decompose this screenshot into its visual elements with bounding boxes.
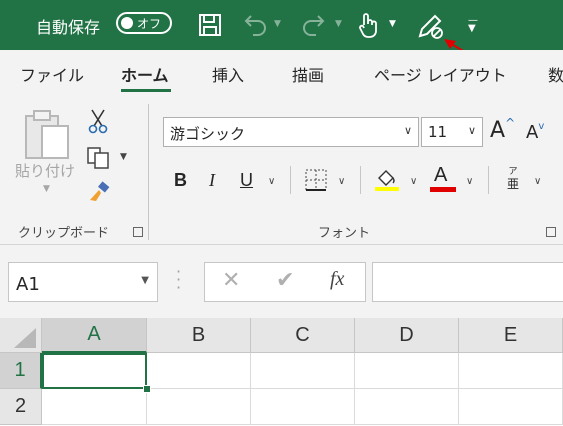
- cut-scissors-icon[interactable]: [87, 108, 109, 134]
- column-header-b[interactable]: B: [147, 318, 251, 353]
- font-size-value: 11: [428, 123, 448, 141]
- phonetic-guide-icon[interactable]: ア 亜: [505, 166, 521, 190]
- insert-function-button[interactable]: fx: [330, 268, 344, 291]
- drag-handle-icon[interactable]: · · ·: [176, 264, 181, 296]
- underline-dropdown-icon[interactable]: ∨: [268, 176, 275, 187]
- font-name-select[interactable]: 游ゴシック ∨: [163, 117, 419, 147]
- group-divider: [148, 104, 149, 240]
- font-color-swatch: [430, 187, 456, 192]
- cell-b1[interactable]: [147, 353, 251, 389]
- clipboard-launcher-icon[interactable]: [133, 227, 143, 237]
- phonetic-dropdown-icon[interactable]: ∨: [534, 176, 541, 187]
- paste-dropdown-icon[interactable]: ▼: [43, 184, 50, 194]
- copy-dropdown-icon[interactable]: ▼: [120, 152, 127, 162]
- font-size-select[interactable]: 11 ∨: [421, 117, 483, 147]
- cell-c2[interactable]: [251, 389, 355, 425]
- bold-button[interactable]: B: [174, 170, 187, 191]
- touch-mode-icon[interactable]: [356, 11, 380, 39]
- tab-home[interactable]: ホーム: [121, 62, 169, 86]
- font-launcher-icon[interactable]: [546, 227, 556, 237]
- autosave-label: 自動保存: [36, 18, 101, 37]
- paste-icon[interactable]: [24, 108, 72, 162]
- cell-d1[interactable]: [355, 353, 459, 389]
- save-icon[interactable]: [198, 13, 222, 37]
- grow-font-icon[interactable]: A^: [490, 116, 515, 143]
- underline-button[interactable]: U: [240, 170, 253, 191]
- cell-b2[interactable]: [147, 389, 251, 425]
- redo-icon[interactable]: [300, 12, 326, 38]
- active-tab-indicator: [121, 89, 171, 92]
- fill-color-icon[interactable]: [374, 166, 400, 192]
- select-all-corner[interactable]: [0, 318, 42, 353]
- copy-icon[interactable]: [86, 146, 112, 170]
- cell-d2[interactable]: [355, 389, 459, 425]
- fill-handle[interactable]: [143, 385, 151, 393]
- undo-icon[interactable]: [243, 12, 269, 38]
- cell-c1[interactable]: [251, 353, 355, 389]
- cell-a2[interactable]: [42, 389, 147, 425]
- active-cell-outline: [42, 353, 147, 389]
- undo-dropdown-icon[interactable]: ▼: [274, 19, 281, 29]
- tab-formulas[interactable]: 数: [548, 62, 563, 86]
- paste-label[interactable]: 貼り付け: [15, 160, 75, 181]
- redo-dropdown-icon[interactable]: ▼: [335, 19, 342, 29]
- enter-check-icon[interactable]: ✔: [276, 268, 294, 293]
- column-header-e[interactable]: E: [459, 318, 563, 353]
- borders-dropdown-icon[interactable]: ∨: [338, 176, 345, 187]
- font-color-button[interactable]: A: [434, 164, 447, 187]
- fill-color-dropdown-icon[interactable]: ∨: [410, 176, 417, 187]
- chevron-down-icon: ∨: [403, 124, 412, 137]
- ribbon-bottom-border: [0, 244, 563, 245]
- toggle-knob: [121, 17, 133, 29]
- column-header-c[interactable]: C: [251, 318, 355, 353]
- formula-input[interactable]: [372, 262, 563, 302]
- cell-e1[interactable]: [459, 353, 563, 389]
- tab-file[interactable]: ファイル: [20, 62, 84, 86]
- row-header-2[interactable]: 2: [0, 389, 42, 425]
- chevron-down-icon: ▼: [141, 275, 149, 286]
- row-header-1[interactable]: 1: [0, 353, 42, 389]
- customize-toolbar-icon[interactable]: — ▼: [468, 16, 478, 34]
- chevron-down-icon: ∨: [467, 124, 476, 137]
- shrink-font-icon[interactable]: Av: [526, 121, 544, 143]
- separator: [290, 166, 291, 194]
- autosave-toggle[interactable]: オフ: [116, 12, 172, 34]
- column-header-d[interactable]: D: [355, 318, 459, 353]
- italic-button[interactable]: I: [209, 170, 215, 191]
- separator: [360, 166, 361, 194]
- cancel-icon[interactable]: ✕: [222, 268, 240, 293]
- font-group-label: フォント: [318, 226, 371, 241]
- name-box[interactable]: A1 ▼: [8, 262, 158, 302]
- format-painter-icon[interactable]: [87, 181, 111, 203]
- font-name-value: 游ゴシック: [170, 125, 246, 143]
- tab-draw[interactable]: 描画: [292, 62, 324, 86]
- separator: [488, 166, 489, 194]
- cell-e2[interactable]: [459, 389, 563, 425]
- name-box-value: A1: [16, 274, 40, 295]
- clipboard-group-label: クリップボード: [18, 226, 110, 241]
- tab-page-layout[interactable]: ページ レイアウト: [374, 62, 507, 86]
- tab-insert[interactable]: 挿入: [212, 62, 244, 86]
- font-color-dropdown-icon[interactable]: ∨: [466, 176, 473, 187]
- borders-icon[interactable]: [304, 168, 328, 192]
- touch-mode-dropdown-icon[interactable]: ▼: [389, 19, 396, 29]
- column-header-a[interactable]: A: [42, 318, 147, 353]
- autosave-state: オフ: [137, 17, 162, 31]
